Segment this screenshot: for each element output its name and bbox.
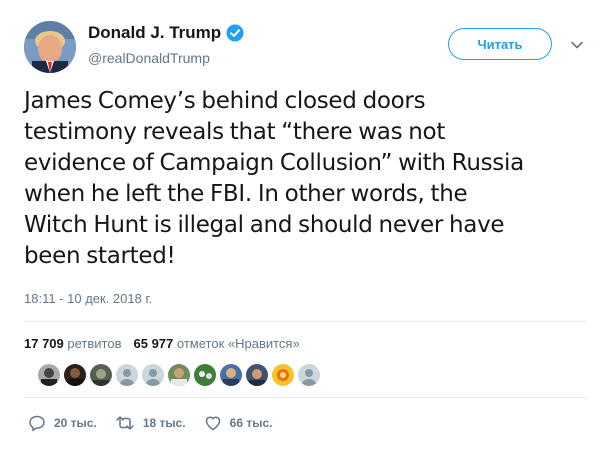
- liker-avatar[interactable]: [272, 364, 294, 386]
- default-avatar-icon[interactable]: [298, 364, 320, 386]
- liker-avatar[interactable]: [194, 364, 216, 386]
- divider: [24, 321, 587, 322]
- divider: [24, 397, 587, 398]
- follow-button[interactable]: Читать: [448, 28, 552, 60]
- tweet-text-line: Witch Hunt is illegal and should never h…: [24, 212, 505, 238]
- likes-stat[interactable]: 65 977 отметок «Нравится»: [134, 336, 300, 351]
- retweet-count: 18 тыс.: [142, 416, 186, 430]
- liker-avatar[interactable]: [64, 364, 86, 386]
- like-button[interactable]: 66 тыс.: [204, 414, 273, 432]
- likes-count: 65 977: [133, 336, 174, 351]
- reply-count: 20 тыс.: [54, 416, 97, 430]
- retweet-icon: [116, 416, 134, 430]
- tweet-text-line: evidence of Campaign Collusion” with Rus…: [24, 150, 524, 176]
- chevron-down-icon[interactable]: [570, 38, 584, 52]
- reply-icon: [29, 415, 45, 432]
- tweet-text-line: been started!: [24, 243, 176, 269]
- avatar[interactable]: [24, 21, 76, 73]
- tweet-text: James Comey’s behind closed doors testim…: [24, 86, 589, 272]
- author-block: Donald J. Trump @realDonaldTrump: [88, 22, 244, 68]
- like-count: 66 тыс.: [229, 416, 273, 430]
- liker-avatar[interactable]: [246, 364, 268, 386]
- retweets-stat[interactable]: 17 709 ретвитов: [24, 336, 122, 351]
- reply-button[interactable]: 20 тыс.: [28, 414, 97, 432]
- tweet-text-line: testimony reveals that “there was not: [24, 119, 446, 145]
- liker-avatar[interactable]: [38, 364, 60, 386]
- likes-label: отметок «Нравится»: [176, 336, 300, 351]
- liker-avatar[interactable]: [168, 364, 190, 386]
- liker-avatar[interactable]: [90, 364, 112, 386]
- retweets-count: 17 709: [24, 336, 64, 351]
- liker-avatars: [38, 364, 320, 386]
- display-name[interactable]: Donald J. Trump: [88, 22, 221, 44]
- liker-avatar[interactable]: [220, 364, 242, 386]
- tweet-actions: 20 тыс. 18 тыс. 66 тыс.: [28, 414, 272, 432]
- retweets-label: ретвитов: [67, 336, 122, 351]
- default-avatar-icon[interactable]: [142, 364, 164, 386]
- verified-badge-icon: [226, 24, 244, 42]
- user-handle[interactable]: @realDonaldTrump: [88, 48, 244, 68]
- tweet-timestamp[interactable]: 18:11 - 10 дек. 2018 г.: [24, 291, 152, 306]
- retweet-button[interactable]: 18 тыс.: [115, 414, 186, 432]
- tweet-card: Donald J. Trump @realDonaldTrump Читать …: [0, 0, 606, 460]
- tweet-stats: 17 709 ретвитов 65 977 отметок «Нравится…: [24, 336, 300, 351]
- tweet-text-line: when he left the FBI. In other words, th…: [24, 181, 468, 207]
- heart-icon: [205, 416, 220, 431]
- tweet-text-line: James Comey’s behind closed doors: [24, 88, 426, 114]
- default-avatar-icon[interactable]: [116, 364, 138, 386]
